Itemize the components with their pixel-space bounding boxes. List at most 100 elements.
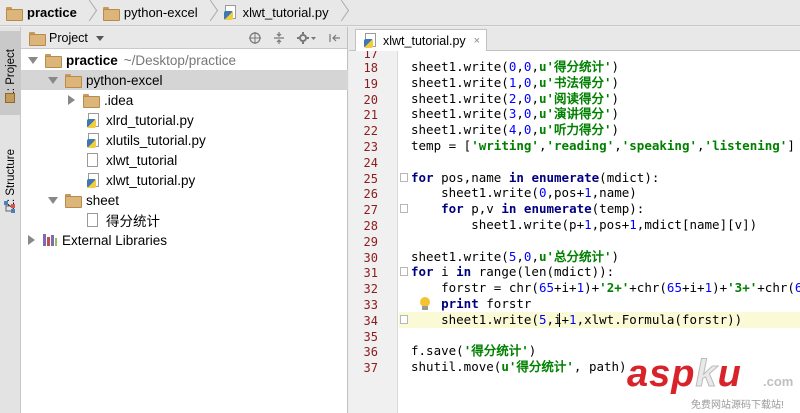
breadcrumb-label: xlwt_tutorial.py	[242, 5, 329, 20]
code-line[interactable]: sheet1.write(4,0,u'听力得分')	[411, 122, 619, 138]
watermark-logo: aspku .com 免费网站源码下载站!	[627, 352, 800, 413]
python-file-icon	[364, 33, 378, 48]
tree-item-label: practice	[66, 52, 118, 68]
fold-marker-icon[interactable]	[400, 172, 408, 182]
scroll-from-source-icon[interactable]	[249, 32, 261, 44]
tree-item-path: ~/Desktop/practice	[123, 52, 236, 68]
tree-item-xlwt-tutorial-output[interactable]: xlwt_tutorial	[21, 150, 348, 170]
code-line[interactable]: sheet1.write(5,i+1,xlwt.Formula(forstr))	[411, 312, 742, 328]
breadcrumb-item-practice[interactable]: practice	[6, 0, 103, 26]
python-file-icon	[223, 5, 238, 20]
collapse-all-icon[interactable]	[273, 32, 285, 44]
code-line[interactable]: sheet1.write(0,pos+1,name)	[411, 185, 637, 201]
tree-item-label: .idea	[104, 92, 134, 108]
expand-arrow-icon[interactable]	[48, 196, 58, 204]
code-line[interactable]: sheet1.write(1,0,u'书法得分')	[411, 75, 619, 91]
line-number: 37	[363, 361, 378, 376]
tree-item-xlwt-tutorial[interactable]: xlwt_tutorial.py	[21, 170, 348, 190]
tree-item-label: External Libraries	[62, 232, 168, 248]
project-panel-header: Project	[21, 27, 347, 49]
tool-window-stripe: 1: Project Z: Structure	[0, 27, 21, 413]
line-number: 21	[363, 108, 378, 123]
chevron-right-icon	[83, 0, 97, 26]
code-line[interactable]: sheet1.write(3,0,u'演讲得分')	[411, 106, 619, 122]
code-line[interactable]: sheet1.write(2,0,u'阅读得分')	[411, 91, 619, 107]
collapse-arrow-icon[interactable]	[68, 95, 75, 105]
line-number: 22	[363, 124, 378, 139]
breadcrumb-label: python-excel	[123, 5, 198, 20]
line-number: 17	[363, 51, 378, 61]
line-number: 34	[363, 313, 378, 328]
chevron-right-icon	[204, 0, 218, 26]
tree-item-score-stats[interactable]: 得分统计	[21, 210, 348, 230]
line-number: 27	[363, 203, 378, 218]
expand-arrow-icon[interactable]	[48, 76, 58, 84]
folder-icon	[29, 31, 46, 46]
tab-xlwt-tutorial[interactable]: xlwt_tutorial.py ×	[355, 29, 487, 51]
tree-item-label: xlutils_tutorial.py	[106, 132, 206, 148]
lightbulb-icon[interactable]	[419, 297, 431, 311]
editor-tab-bar: xlwt_tutorial.py ×	[349, 27, 800, 51]
tree-item-xlutils-tutorial[interactable]: xlutils_tutorial.py	[21, 130, 348, 150]
collapse-arrow-icon[interactable]	[28, 235, 35, 245]
code-line[interactable]: f.save('得分统计')	[411, 343, 536, 359]
folder-icon	[45, 54, 62, 68]
text-caret	[558, 312, 560, 327]
watermark-brand: aspku	[627, 353, 742, 396]
python-file-icon	[87, 112, 101, 128]
chevron-down-icon[interactable]	[95, 36, 104, 41]
tree-item-label: xlwt_tutorial	[106, 152, 178, 168]
project-tool-icon	[5, 93, 15, 103]
project-panel-title[interactable]: Project	[49, 31, 88, 45]
code-line[interactable]: for i in range(len(mdict)):	[411, 264, 614, 280]
code-line[interactable]: sheet1.write(0,0,u'得分统计')	[411, 59, 619, 75]
close-icon[interactable]: ×	[474, 36, 480, 47]
code-line[interactable]: shutil.move(u'得分统计', path)	[411, 359, 627, 375]
code-line[interactable]: forstr = chr(65+i+1)+'2+'+chr(65+i+1)+'3…	[411, 280, 800, 296]
breadcrumb-item-file[interactable]: xlwt_tutorial.py	[223, 0, 355, 26]
line-number: 20	[363, 92, 378, 107]
gear-icon[interactable]	[297, 32, 317, 44]
line-number: 36	[363, 345, 378, 360]
fold-marker-icon[interactable]	[400, 204, 408, 214]
line-number: 19	[363, 76, 378, 91]
tree-item-external-libraries[interactable]: External Libraries	[21, 230, 348, 250]
line-number: 25	[363, 171, 378, 186]
code-line[interactable]: sheet1.write(p+1,pos+1,mdict[name][v])	[411, 217, 757, 233]
hide-panel-icon[interactable]	[329, 32, 341, 44]
tree-item-label: python-excel	[86, 72, 163, 88]
line-number: 33	[363, 298, 378, 312]
code-line[interactable]: temp = ['writing','reading','speaking','…	[411, 138, 795, 154]
structure-tool-tab[interactable]: Z: Structure	[0, 125, 21, 233]
watermark-slogan: 免费网站源码下载站!	[691, 400, 784, 411]
tree-item-sheet[interactable]: sheet	[21, 190, 348, 210]
line-number: 23	[363, 140, 378, 154]
chevron-right-icon	[335, 0, 349, 26]
text-file-icon	[87, 152, 99, 168]
line-number: 32	[363, 282, 378, 297]
fold-marker-icon[interactable]	[400, 314, 408, 324]
tree-item-xlrd-tutorial[interactable]: xlrd_tutorial.py	[21, 110, 348, 130]
code-line[interactable]: for pos,name in enumerate(mdict):	[411, 170, 659, 186]
text-file-icon	[87, 212, 99, 228]
tree-item-idea[interactable]: .idea	[21, 90, 348, 110]
breadcrumb-label: practice	[27, 5, 77, 20]
folder-icon	[102, 6, 120, 21]
line-number: 24	[363, 155, 378, 170]
code-line[interactable]: sheet1.write(5,0,u'总分统计')	[411, 249, 619, 265]
folder-icon	[6, 6, 23, 21]
fold-marker-icon[interactable]	[400, 267, 408, 277]
line-number: 31	[363, 266, 378, 281]
tree-item-python-excel[interactable]: python-excel	[21, 70, 348, 90]
tree-item-practice[interactable]: practice ~/Desktop/practice	[21, 50, 348, 70]
expand-arrow-icon[interactable]	[28, 56, 38, 64]
tree-item-label: sheet	[86, 192, 120, 208]
line-number: 26	[363, 187, 378, 202]
line-number: 29	[363, 234, 378, 249]
tree-item-label: 得分统计	[106, 214, 160, 229]
breadcrumb-item-python-excel[interactable]: python-excel	[102, 0, 224, 26]
line-number: 35	[363, 329, 378, 344]
python-file-icon	[87, 172, 101, 188]
tab-label: xlwt_tutorial.py	[383, 33, 466, 48]
code-line[interactable]: for p,v in enumerate(temp):	[411, 201, 644, 217]
